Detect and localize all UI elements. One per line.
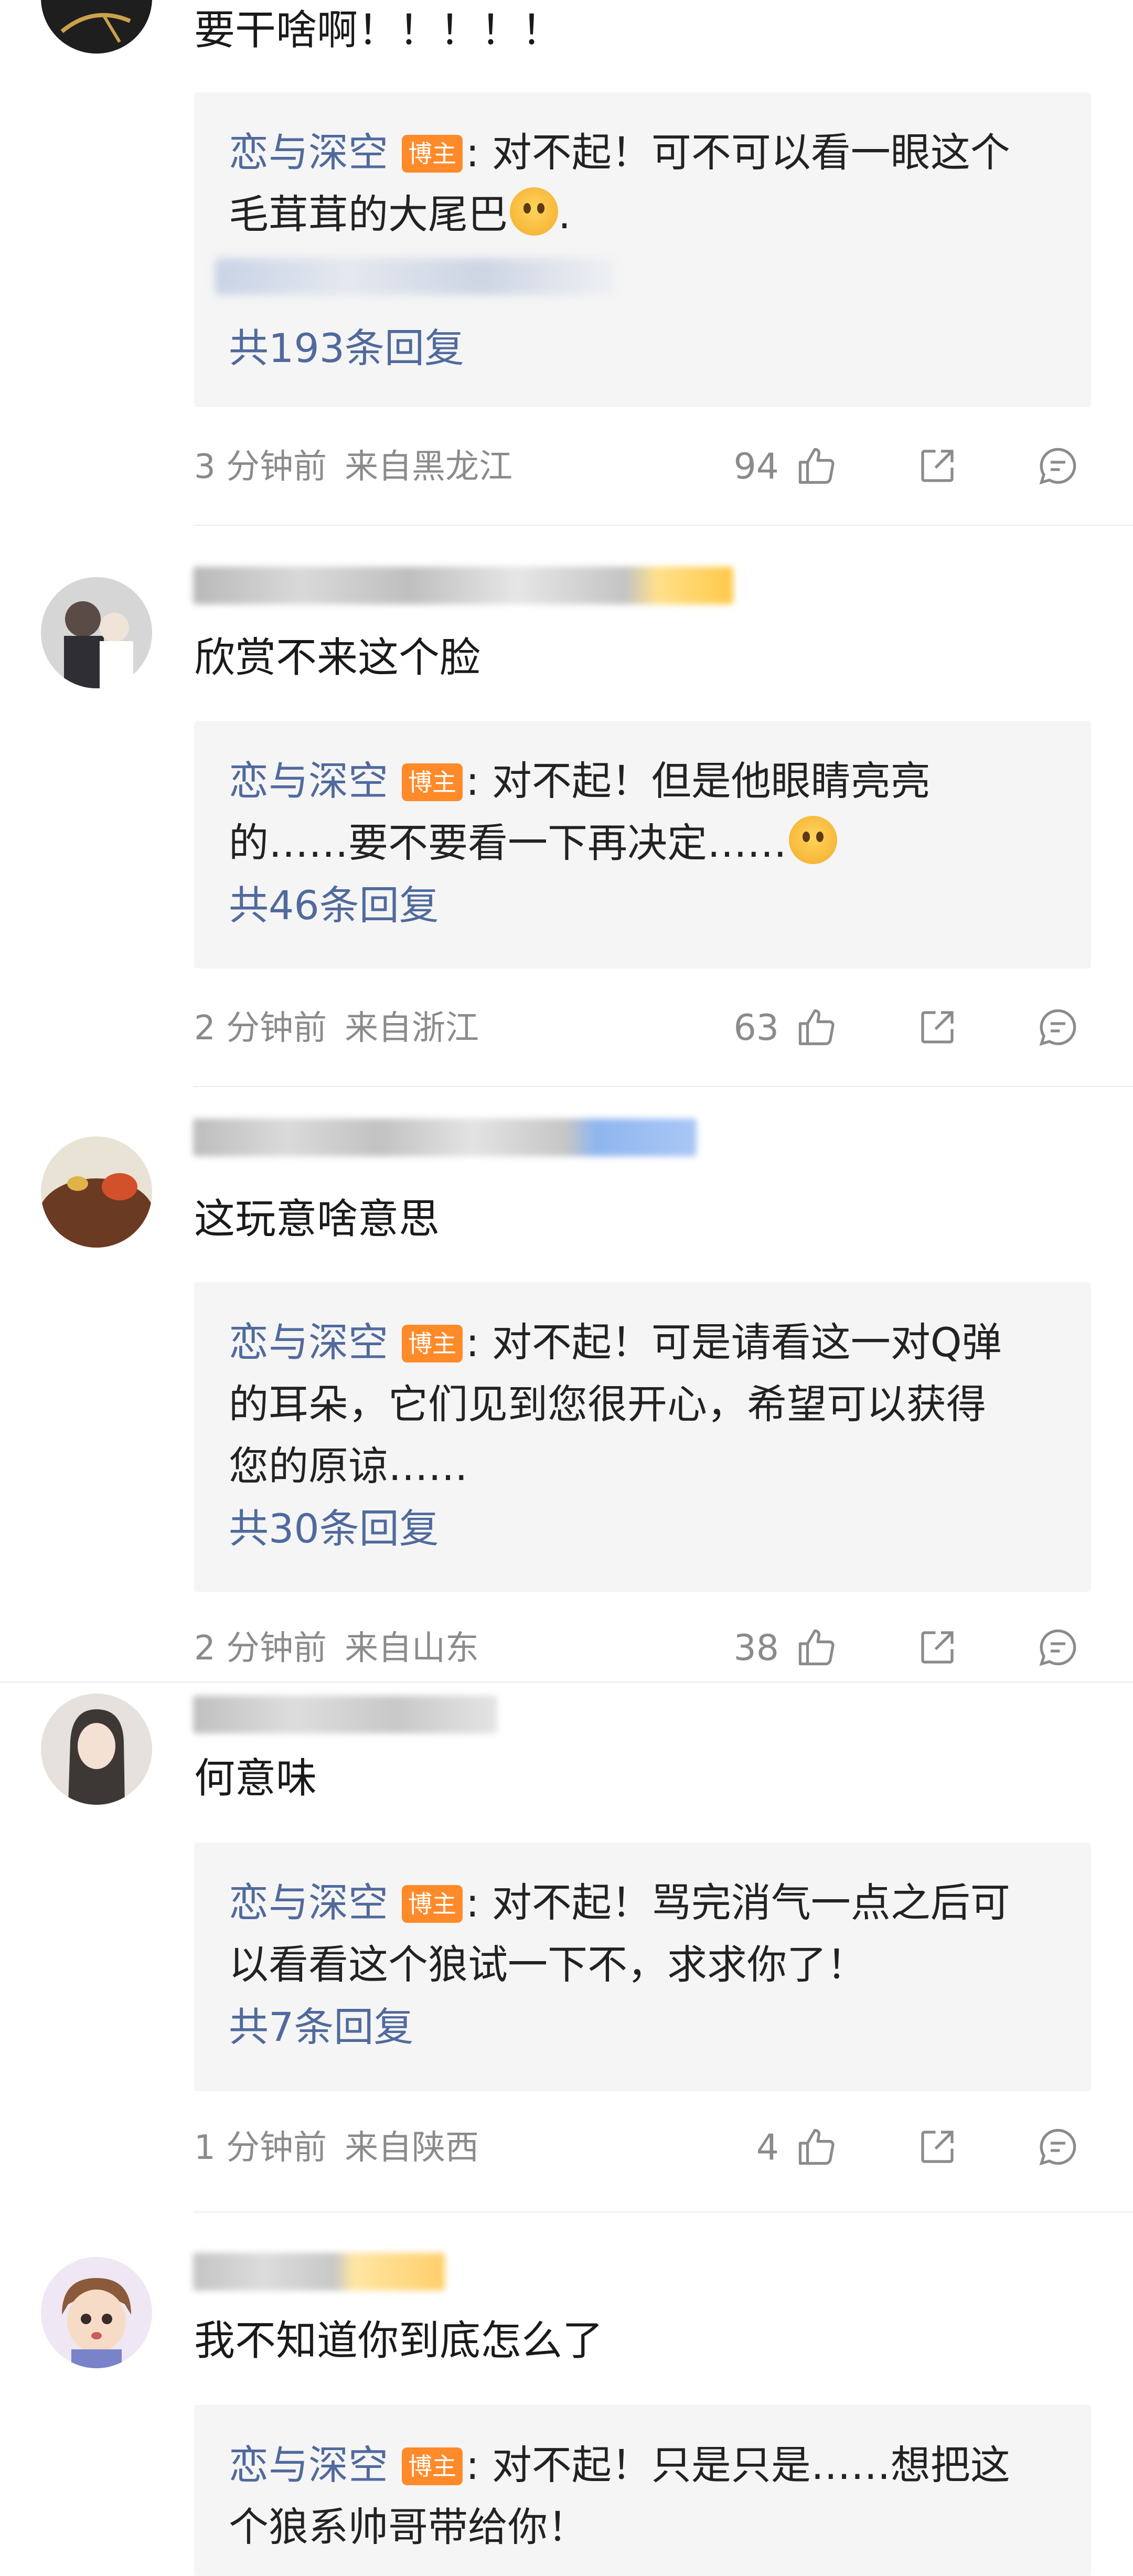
comment-time: 2 分钟前 [194, 1629, 327, 1668]
reply-line: 毛茸茸的大尾巴. [229, 184, 571, 246]
comment-time: 3 分钟前 [194, 448, 327, 486]
reply-author[interactable]: 恋与深空 [229, 1879, 388, 1926]
reply-text: : 对不起！但是他眼睛亮亮 [466, 758, 931, 804]
reply-box[interactable]: 恋与深空 博主: 对不起！可不可以看一眼这个 毛茸茸的大尾巴. 共193条回复 [194, 92, 1091, 407]
reply-line: 恋与深空 博主: 对不起！可不可以看一眼这个 [229, 122, 1010, 184]
reply-author[interactable]: 恋与深空 [229, 758, 388, 804]
reply-box[interactable]: 恋与深空 博主: 对不起！但是他眼睛亮亮 的……要不要看一下再决定…… 共46条回… [194, 721, 1091, 968]
reply-box[interactable]: 恋与深空 博主: 对不起！可是请看这一对Q弹 的耳朵，它们见到您很开心，希望可以获… [194, 1282, 1091, 1592]
comment-text: 这玩意啥意思 [194, 1196, 440, 1243]
divider [193, 2211, 1133, 2212]
comment-icon[interactable] [1036, 2125, 1080, 2169]
reply-author[interactable]: 恋与深空 [229, 1319, 388, 1366]
comment-location: 来自陕西 [345, 2128, 479, 2167]
thumbs-up-icon[interactable] [795, 2125, 839, 2169]
op-badge: 博主 [402, 2447, 463, 2485]
username-blurred[interactable] [193, 1119, 697, 1156]
reply-line: 个狼系帅哥带给你！ [229, 2496, 587, 2558]
reply-text: : 对不起！可是请看这一对Q弹 [466, 1319, 1002, 1366]
reply-text: : 对不起！只是只是……想把这 [466, 2442, 1010, 2488]
comment-text: 何意味 [194, 1755, 317, 1802]
like-count: 94 [733, 446, 779, 487]
op-badge: 博主 [402, 1885, 463, 1923]
comment-text: 欣赏不来这个脸 [194, 634, 481, 682]
reply-line: 恋与深空 博主: 对不起！可是请看这一对Q弹 [229, 1312, 1002, 1374]
reply-line: 恋与深空 博主: 对不起！但是他眼睛亮亮 [229, 750, 931, 812]
reply-box[interactable]: 恋与深空 博主: 对不起！只是只是……想把这 个狼系帅哥带给你！ [194, 2405, 1091, 2576]
reply-text: 毛茸茸的大尾巴 [229, 191, 508, 238]
divider [0, 1681, 1133, 1683]
avatar[interactable] [41, 2257, 152, 2368]
thumbs-up-icon[interactable] [795, 1625, 839, 1669]
share-icon[interactable] [915, 444, 959, 488]
reply-count-link[interactable]: 共46条回复 [229, 879, 439, 932]
op-badge: 博主 [402, 1325, 463, 1362]
thumbs-up-icon[interactable] [795, 1005, 839, 1049]
reply-author[interactable]: 恋与深空 [229, 2442, 388, 2488]
pleading-emoji-icon [789, 816, 837, 864]
op-badge: 博主 [402, 763, 463, 801]
share-icon[interactable] [915, 1625, 959, 1669]
reply-line: 恋与深空 博主: 对不起！骂完消气一点之后可 [229, 1872, 1010, 1934]
comment-icon[interactable] [1036, 444, 1080, 488]
comment-text: 要干啥啊！！！！！ [194, 7, 563, 54]
pleading-emoji-icon [510, 187, 558, 236]
share-icon[interactable] [915, 1005, 959, 1049]
username-blurred[interactable] [193, 567, 733, 604]
reply-text: 个狼系帅哥带给你！ [229, 2504, 587, 2550]
reply-count-link[interactable]: 共30条回复 [229, 1503, 439, 1555]
avatar[interactable] [41, 1136, 152, 1248]
reply-text: 的……要不要看一下再决定…… [229, 819, 787, 866]
comment-text: 我不知道你到底怎么了 [194, 2317, 604, 2365]
thumbs-up-icon[interactable] [795, 444, 839, 488]
comment-time: 2 分钟前 [194, 1009, 327, 1048]
comment-icon[interactable] [1036, 1625, 1080, 1669]
comment-location: 来自浙江 [345, 1009, 479, 1048]
reply-line: 您的原谅…… [229, 1435, 468, 1497]
reply-line: 以看看这个狼试一下不，求求你了！ [229, 1934, 867, 1996]
reply-author[interactable]: 恋与深空 [229, 129, 388, 176]
comment-time: 1 分钟前 [194, 2128, 327, 2167]
like-count: 63 [733, 1007, 779, 1049]
op-badge: 博主 [402, 135, 463, 173]
comment-location: 来自山东 [345, 1629, 479, 1668]
comment-location: 来自黑龙江 [345, 448, 513, 486]
divider [193, 525, 1133, 526]
reply-text: : 对不起！骂完消气一点之后可 [466, 1879, 1010, 1926]
avatar[interactable] [41, 0, 152, 54]
comment-meta: 3 分钟前 来自黑龙江 [194, 446, 512, 488]
like-count: 38 [733, 1627, 779, 1669]
reply-count-link[interactable]: 共7条回复 [229, 2001, 413, 2053]
divider [193, 1086, 1133, 1087]
share-icon[interactable] [915, 2125, 959, 2169]
blurred-content [215, 258, 614, 295]
reply-text: 您的原谅…… [229, 1443, 468, 1489]
reply-text: 以看看这个狼试一下不，求求你了！ [229, 1941, 867, 1988]
username-blurred[interactable] [193, 2253, 445, 2291]
username-blurred[interactable] [193, 1696, 497, 1733]
reply-text: 的耳朵，它们见到您很开心，希望可以获得 [229, 1381, 986, 1428]
reply-count-link[interactable]: 共193条回复 [229, 322, 464, 375]
reply-box[interactable]: 恋与深空 博主: 对不起！骂完消气一点之后可 以看看这个狼试一下不，求求你了！ 共… [194, 1843, 1091, 2091]
reply-line: 恋与深空 博主: 对不起！只是只是……想把这 [229, 2434, 1010, 2496]
comment-meta: 2 分钟前 来自浙江 [194, 1007, 479, 1049]
comment-icon[interactable] [1036, 1005, 1080, 1049]
reply-line: 的耳朵，它们见到您很开心，希望可以获得 [229, 1374, 986, 1435]
reply-text: : 对不起！可不可以看一眼这个 [466, 129, 1010, 176]
avatar[interactable] [41, 1694, 152, 1805]
reply-line: 的……要不要看一下再决定…… [229, 812, 837, 874]
comment-meta: 2 分钟前 来自山东 [194, 1627, 479, 1669]
avatar[interactable] [41, 577, 152, 688]
like-count: 4 [756, 2127, 779, 2168]
comment-meta: 1 分钟前 来自陕西 [194, 2127, 479, 2169]
